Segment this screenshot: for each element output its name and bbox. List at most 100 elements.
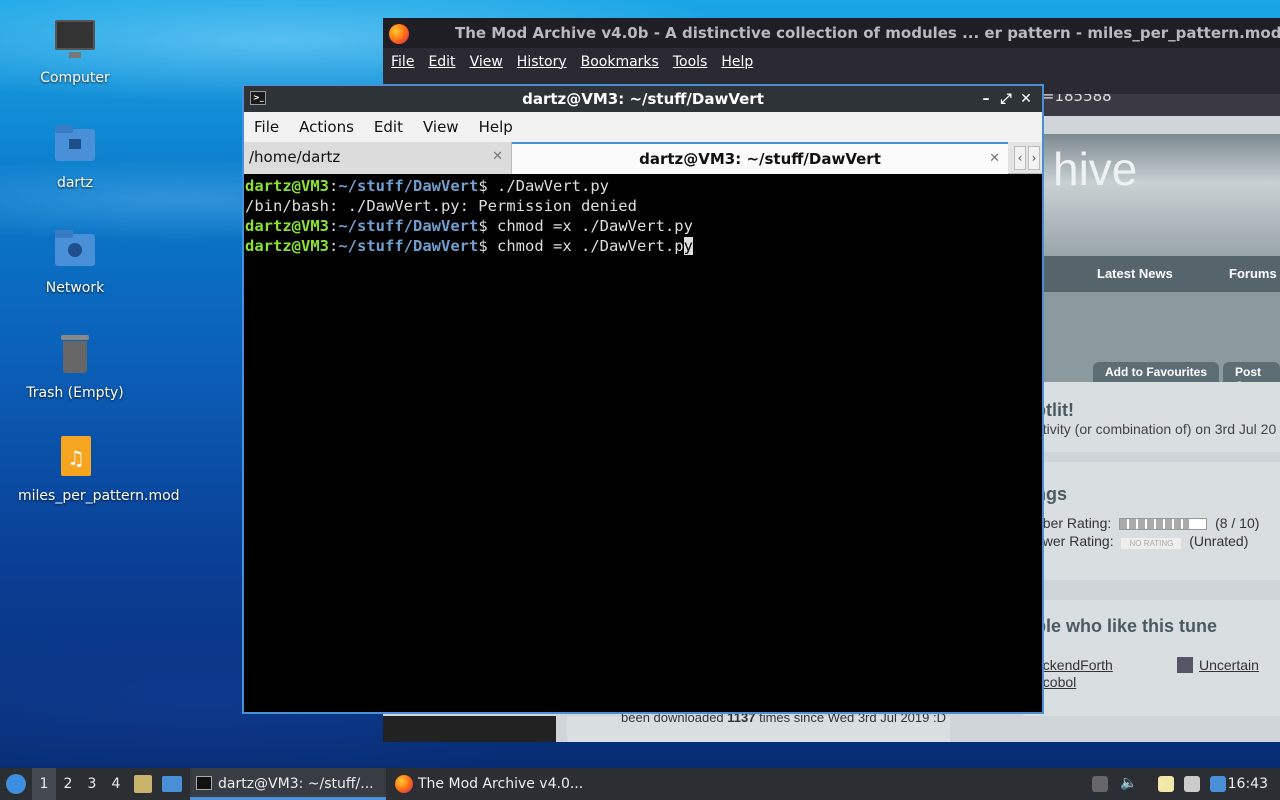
firefox-titlebar[interactable]: The Mod Archive v4.0b - A distinctive co… [383, 18, 1280, 48]
spotlit-text: ativity (or combination of) on 3rd Jul 2… [1035, 421, 1277, 437]
ff-menu-edit[interactable]: Edit [428, 54, 455, 70]
ff-menu-tools[interactable]: Tools [673, 54, 708, 70]
show-desktop-icon[interactable] [162, 776, 182, 792]
terminal-tabbar: /home/dartz ✕ dartz@VM3: ~/stuff/DawVert… [244, 142, 1042, 174]
monitor-icon [53, 18, 97, 62]
prompt-user: dartz@VM3 [245, 237, 329, 255]
ratings-section: ngs nber Rating: (8 / 10) ewer Rating: N… [1023, 462, 1280, 580]
post-comment-tab[interactable]: Post C [1223, 362, 1280, 393]
tab-scroll-left-button[interactable]: ‹ [1014, 146, 1026, 170]
member-rating-label: nber Rating: [1035, 515, 1112, 531]
term-menu-file[interactable]: File [254, 118, 279, 136]
clock[interactable]: 16:43 [1228, 768, 1268, 800]
person-link[interactable]: ackendForth [1035, 657, 1113, 673]
ff-menu-file[interactable]: File [391, 54, 414, 70]
desktop-icon-label: Computer [40, 70, 110, 86]
terminal-line: dartz@VM3:~/stuff/DawVert$ chmod =x ./Da… [245, 217, 693, 235]
tab-dawvert[interactable]: dartz@VM3: ~/stuff/DawVert ✕ [512, 142, 1008, 174]
text-cursor: y [683, 237, 693, 255]
command-text: chmod =x ./DawVert.py [497, 217, 693, 235]
term-menu-actions[interactable]: Actions [299, 118, 354, 136]
workspace-3[interactable]: 3 [80, 768, 104, 800]
task-label: dartz@VM3: ~/stuff/... [218, 776, 374, 792]
ff-menu-help[interactable]: Help [721, 54, 753, 70]
ff-menu-bookmarks[interactable]: Bookmarks [581, 54, 659, 70]
terminal-menubar: File Actions Edit View Help [244, 112, 1042, 142]
terminal-line: /bin/bash: ./DawVert.py: Permission deni… [245, 197, 637, 215]
spotlit-heading: otlit! [1035, 400, 1074, 420]
terminal-window[interactable]: >_ dartz@VM3: ~/stuff/DawVert – ⤢ ✕ File A… [242, 84, 1044, 714]
terminal-output[interactable]: dartz@VM3:~/stuff/DawVert$ ./DawVert.py /… [244, 174, 1042, 258]
prompt-user: dartz@VM3 [245, 177, 329, 195]
workspace-1[interactable]: 1 [32, 768, 56, 800]
term-menu-view[interactable]: View [423, 118, 459, 136]
minimize-button[interactable]: – [976, 86, 996, 112]
taskbar: 1 2 3 4 dartz@VM3: ~/stuff/... The Mod A… [0, 768, 1280, 800]
firefox-icon [395, 775, 413, 793]
close-tab-icon[interactable]: ✕ [492, 142, 503, 172]
member-rating-value: (8 / 10) [1215, 515, 1260, 531]
terminal-icon: >_ [250, 91, 266, 105]
terminal-title: dartz@VM3: ~/stuff/DawVert [522, 90, 764, 108]
module-preview-image [383, 716, 556, 742]
reviewer-rating-row: ewer Rating: NO RATING (Unrated) [1035, 533, 1280, 549]
maximize-button[interactable]: ⤢ [996, 86, 1016, 112]
nav-forums[interactable]: Forums [1229, 266, 1277, 281]
member-rating-row: nber Rating: (8 / 10) [1035, 515, 1280, 531]
no-rating-badge: NO RATING [1121, 538, 1182, 549]
nav-latest-news[interactable]: Latest News [1097, 266, 1173, 281]
site-tab-row: Add to Favourites Post C [1023, 292, 1280, 393]
url-bar-fragment[interactable]: y=185588 [1023, 94, 1280, 116]
task-firefox[interactable]: The Mod Archive v4.0... [390, 768, 590, 800]
tab-scroll-right-button[interactable]: › [1028, 146, 1040, 170]
term-menu-edit[interactable]: Edit [374, 118, 403, 136]
desktop-icon-label: miles_per_pattern.mod [18, 488, 180, 504]
close-tab-icon[interactable]: ✕ [989, 144, 1000, 174]
network-status-icon[interactable] [1184, 776, 1200, 792]
ff-menu-history[interactable]: History [517, 54, 567, 70]
desktop-icon-computer[interactable]: Computer [10, 18, 140, 87]
tray-arrow-icon[interactable] [1092, 776, 1108, 792]
home-folder-icon [53, 123, 97, 167]
term-menu-help[interactable]: Help [479, 118, 513, 136]
desktop-icon-home[interactable]: dartz [10, 123, 140, 192]
command-text: chmod =x ./DawVert.p [497, 237, 684, 255]
people-section: ple who like this tune ackendForth ocobo… [1023, 600, 1280, 716]
reviewer-rating-value: (Unrated) [1189, 533, 1249, 549]
ratings-heading: ngs [1035, 484, 1068, 504]
task-terminal[interactable]: dartz@VM3: ~/stuff/... [190, 768, 386, 800]
trash-icon [53, 333, 97, 377]
site-nav: Latest News Forums [1023, 256, 1280, 292]
spotlit-section: otlit! ativity (or combination of) on 3r… [1023, 382, 1280, 452]
avatar [1177, 657, 1193, 673]
desktop-icon-mod-file[interactable]: ♫ miles_per_pattern.mod [10, 436, 180, 505]
desktop-icon-trash[interactable]: Trash (Empty) [10, 333, 140, 402]
person-link[interactable]: Uncertain [1199, 657, 1259, 673]
notification-icon[interactable] [1210, 776, 1226, 792]
ff-menu-view[interactable]: View [470, 54, 503, 70]
add-to-favourites-tab[interactable]: Add to Favourites [1093, 362, 1220, 382]
start-menu-icon[interactable] [6, 774, 26, 794]
desktop-icon-network[interactable]: Network [10, 228, 140, 297]
desktop-icon-label: Trash (Empty) [26, 385, 124, 401]
tab-label: dartz@VM3: ~/stuff/DawVert [639, 150, 881, 168]
network-folder-icon [53, 228, 97, 272]
firefox-menubar: File Edit View History Bookmarks Tools H… [383, 48, 1280, 76]
tab-home-dartz[interactable]: /home/dartz ✕ [244, 142, 512, 174]
site-banner-text: hive [1053, 143, 1138, 195]
terminal-line: dartz@VM3:~/stuff/DawVert$ ./DawVert.py [245, 177, 609, 195]
terminal-icon [196, 776, 212, 790]
desktop-icon-label: Network [45, 280, 105, 296]
terminal-titlebar[interactable]: >_ dartz@VM3: ~/stuff/DawVert – ⤢ ✕ [244, 86, 1042, 112]
people-list: ackendForth ocobol Uncertain [1035, 657, 1280, 697]
workspace-2[interactable]: 2 [56, 768, 80, 800]
volume-icon[interactable]: 🔈 [1120, 775, 1137, 791]
clipboard-icon[interactable] [1158, 776, 1174, 792]
command-text: ./DawVert.py [497, 177, 609, 195]
tab-label: /home/dartz [249, 148, 341, 166]
audio-file-icon: ♫ [53, 436, 97, 480]
site-banner: hive [1023, 134, 1280, 256]
workspace-4[interactable]: 4 [104, 768, 128, 800]
close-button[interactable]: ✕ [1016, 86, 1036, 112]
file-manager-icon[interactable] [134, 775, 152, 793]
